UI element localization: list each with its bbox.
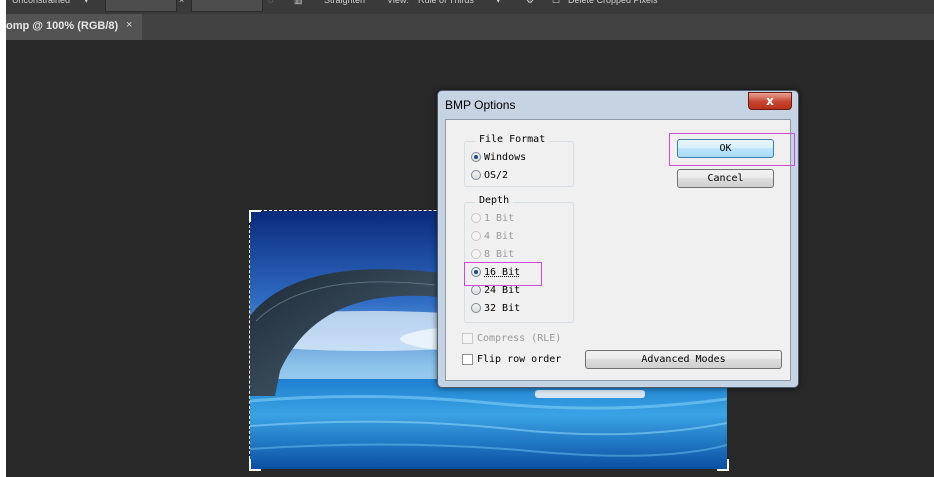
radio-4-bit[interactable]: 4 Bit — [471, 229, 514, 243]
dialog-title: BMP Options — [445, 98, 516, 112]
highlight-ok — [669, 133, 795, 166]
radio-label: 4 Bit — [484, 230, 515, 242]
straighten-label[interactable]: Straighten — [324, 0, 365, 10]
crop-handle-bottom-right[interactable] — [717, 459, 729, 471]
width-field[interactable] — [105, 0, 177, 12]
delete-cropped-checkbox[interactable]: ☐ — [552, 0, 560, 10]
checkbox-label: Flip row order — [477, 354, 562, 365]
radio-8-bit[interactable]: 8 Bit — [471, 247, 514, 261]
aspect-ratio-select[interactable]: Unconstrained — [12, 0, 70, 10]
file-format-group: File Format Windows OS/2 — [464, 134, 574, 187]
radio-label: OS/2 — [484, 169, 509, 181]
radio-label: 1 Bit — [484, 212, 515, 224]
checkbox-label: Compress (RLE) — [477, 333, 562, 344]
radio-32-bit[interactable]: 32 Bit — [471, 301, 520, 315]
advanced-modes-button[interactable]: Advanced Modes — [585, 350, 782, 369]
height-field[interactable] — [191, 0, 263, 12]
chevron-down-icon[interactable]: ▾ — [496, 0, 501, 10]
bmp-options-dialog: BMP Options x File Format Windows OS/2 D… — [437, 90, 799, 388]
close-icon[interactable]: × — [126, 19, 132, 31]
radio-os2[interactable]: OS/2 — [471, 168, 508, 182]
document-tab-bar: omp @ 100% (RGB/8) × — [6, 14, 934, 40]
radio-button[interactable] — [471, 303, 481, 313]
checkbox[interactable] — [462, 354, 473, 365]
radio-button[interactable] — [471, 285, 481, 295]
options-bar: Unconstrained ▾ × ◌ ▥ Straighten View: R… — [6, 0, 934, 14]
crop-boundary — [249, 210, 251, 469]
chevron-down-icon[interactable]: ▾ — [84, 0, 89, 10]
highlight-16-bit — [464, 262, 542, 286]
depth-title: Depth — [475, 195, 514, 206]
close-icon: x — [766, 94, 774, 108]
close-button[interactable]: x — [748, 92, 792, 110]
radio-label: 8 Bit — [484, 248, 515, 260]
flip-row-order-checkbox[interactable]: Flip row order — [462, 354, 561, 365]
radio-button[interactable] — [471, 231, 481, 241]
radio-1-bit[interactable]: 1 Bit — [471, 211, 514, 225]
document-tab[interactable]: omp @ 100% (RGB/8) × — [6, 14, 142, 40]
radio-label: 32 Bit — [484, 302, 521, 314]
view-select[interactable]: Rule of Thirds — [418, 0, 474, 10]
radio-button[interactable] — [471, 152, 481, 162]
document-tab-label: omp @ 100% (RGB/8) — [6, 20, 119, 32]
radio-button[interactable] — [471, 213, 481, 223]
checkbox[interactable] — [462, 333, 473, 344]
file-format-title: File Format — [475, 134, 550, 145]
delete-cropped-label: Delete Cropped Pixels — [568, 0, 658, 5]
radio-windows[interactable]: Windows — [471, 150, 526, 164]
gear-icon[interactable]: ⚙ — [526, 0, 534, 10]
radio-button[interactable] — [471, 170, 481, 180]
radio-label: 24 Bit — [484, 284, 521, 296]
swap-dimensions-button[interactable]: × — [179, 0, 184, 10]
radio-label: Windows — [484, 151, 527, 163]
dialog-client-area: File Format Windows OS/2 Depth 1 Bit 4 B… — [445, 119, 795, 381]
straighten-icon[interactable]: ▥ — [294, 0, 303, 10]
compress-rle-checkbox[interactable]: Compress (RLE) — [462, 333, 561, 344]
cancel-button[interactable]: Cancel — [677, 169, 774, 188]
view-label: View: — [387, 0, 409, 5]
radio-button[interactable] — [471, 249, 481, 259]
clear-icon[interactable]: ◌ — [268, 0, 273, 10]
